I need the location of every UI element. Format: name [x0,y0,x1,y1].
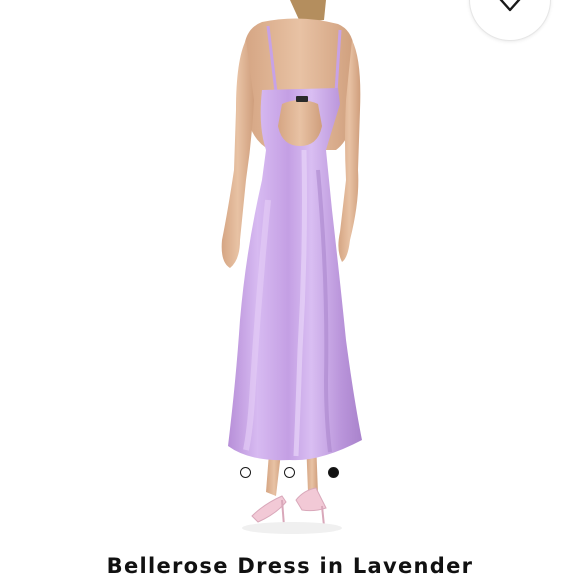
product-title: Bellerose Dress in Lavender [106,554,474,578]
model-left-arm [221,40,254,268]
gallery-dot-3[interactable] [328,467,339,478]
gallery-dot-1[interactable] [240,467,251,478]
product-image-gallery[interactable] [0,0,580,545]
left-shoe [251,495,287,523]
gallery-dot-2[interactable] [284,467,295,478]
heart-icon [499,0,521,12]
gallery-pagination [236,464,346,484]
